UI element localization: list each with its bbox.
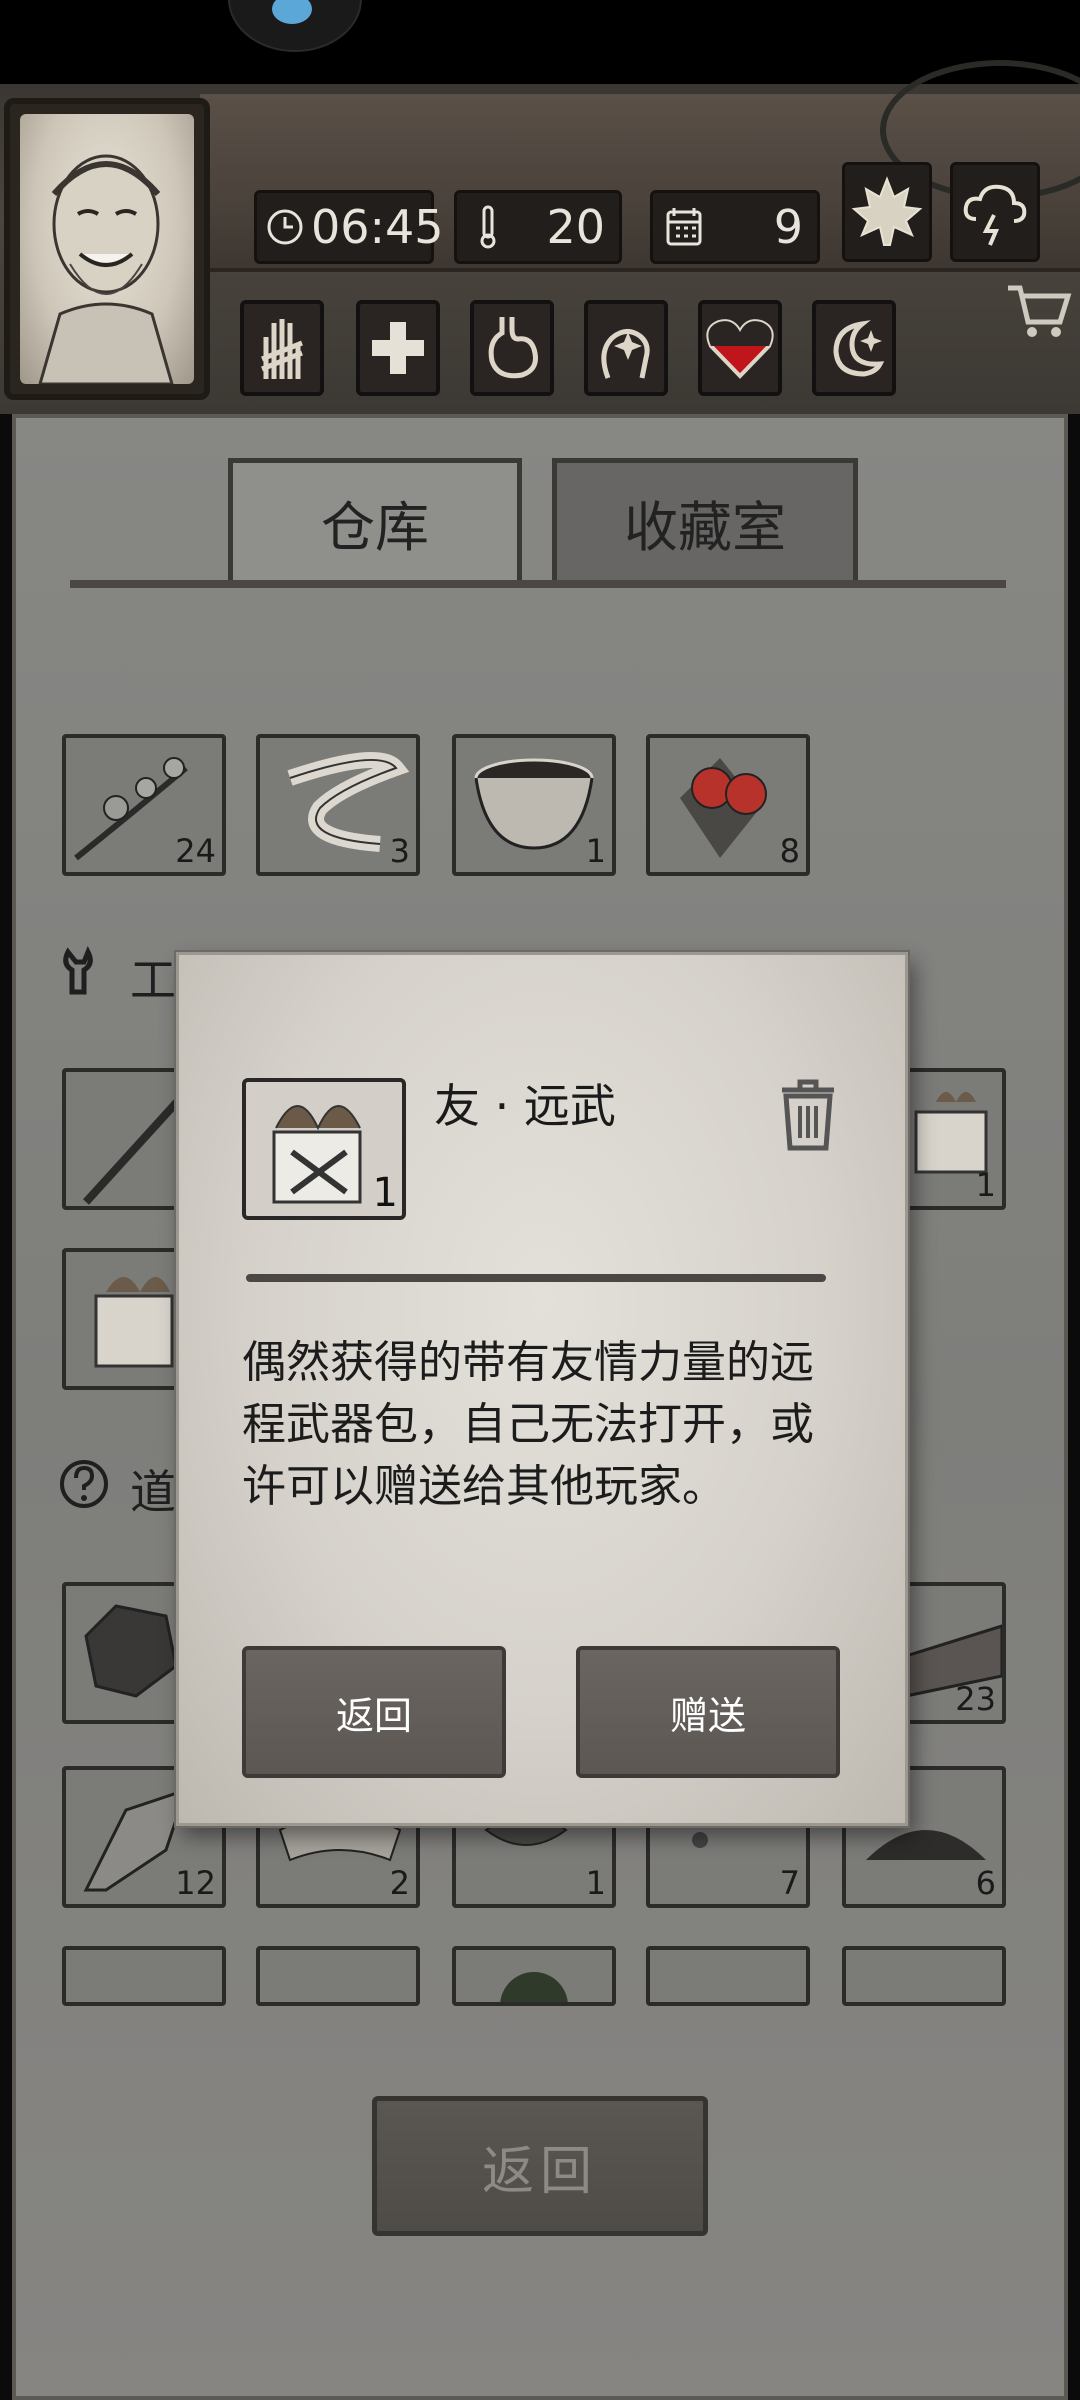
character-portrait[interactable] xyxy=(4,98,210,400)
clock-icon xyxy=(265,204,305,250)
mind-icon[interactable] xyxy=(584,300,668,396)
dialog-item-quantity: 1 xyxy=(372,1170,398,1216)
slot-quantity: 1 xyxy=(975,1166,996,1204)
slot-quantity: 6 xyxy=(975,1864,996,1902)
stomach-icon[interactable] xyxy=(470,300,554,396)
trash-icon[interactable] xyxy=(778,1078,838,1152)
storm-cloud-icon xyxy=(963,184,1027,246)
return-button-label: 返回 xyxy=(481,2141,598,2202)
slot-quantity: 23 xyxy=(955,1680,996,1718)
inventory-slot[interactable] xyxy=(62,1946,226,2006)
dialog-divider xyxy=(246,1274,826,1282)
slot-quantity: 2 xyxy=(389,1864,410,1902)
inventory-slot[interactable]: 24 xyxy=(62,734,226,876)
temperature-display: 20 xyxy=(454,190,622,264)
shopping-cart-icon[interactable] xyxy=(1006,282,1072,346)
status-bar xyxy=(0,0,1080,84)
tab-collection-label: 收藏室 xyxy=(624,496,786,559)
thermometer-icon xyxy=(465,204,511,250)
slot-quantity: 8 xyxy=(779,832,800,870)
moon-sleep-icon[interactable] xyxy=(812,300,896,396)
item-description: 偶然获得的带有友情力量的远程武器包，自己无法打开，或许可以赠送给其他玩家。 xyxy=(242,1337,814,1512)
season-indicator[interactable] xyxy=(842,162,932,262)
tab-warehouse-label: 仓库 xyxy=(321,496,429,559)
slot-quantity: 3 xyxy=(389,832,410,870)
tab-warehouse[interactable]: 仓库 xyxy=(228,458,522,582)
slot-quantity: 24 xyxy=(175,832,216,870)
inventory-slot[interactable] xyxy=(842,1946,1006,2006)
wrench-icon xyxy=(58,945,110,998)
question-icon xyxy=(58,1458,110,1510)
slot-quantity: 1 xyxy=(585,832,606,870)
gift-button[interactable]: 赠送 xyxy=(576,1646,840,1778)
health-cross-icon[interactable] xyxy=(356,300,440,396)
slot-quantity: 12 xyxy=(175,1864,216,1902)
calendar-icon xyxy=(661,204,707,250)
time-value: 06:45 xyxy=(311,200,444,254)
inventory-slot[interactable]: 3 xyxy=(256,734,420,876)
tab-divider xyxy=(70,580,1006,588)
dialog-back-label: 返回 xyxy=(335,1693,412,1738)
inventory-slot[interactable] xyxy=(452,1946,616,2006)
inventory-slot[interactable] xyxy=(256,1946,420,2006)
inventory-slot[interactable] xyxy=(646,1946,810,2006)
slot-quantity: 1 xyxy=(585,1864,606,1902)
dialog-back-button[interactable]: 返回 xyxy=(242,1646,506,1778)
heart-icon[interactable] xyxy=(698,300,782,396)
tools-section-label: 工 xyxy=(130,953,176,1007)
return-button[interactable]: 返回 xyxy=(372,2096,708,2236)
hand-bandage-icon[interactable] xyxy=(240,300,324,396)
tab-collection-room[interactable]: 收藏室 xyxy=(552,458,858,582)
day-value: 9 xyxy=(773,200,803,254)
maple-leaf-icon xyxy=(851,176,923,246)
day-display: 9 xyxy=(650,190,820,264)
item-name: 友 · 远武 xyxy=(434,1079,616,1133)
time-display: 06:45 xyxy=(254,190,444,264)
props-section-label: 道 xyxy=(130,1465,176,1519)
gift-button-label: 赠送 xyxy=(669,1693,746,1738)
dialog-item-slot: 1 xyxy=(242,1078,406,1220)
slot-quantity: 7 xyxy=(779,1864,800,1902)
inventory-slot[interactable]: 8 xyxy=(646,734,810,876)
temperature-value: 20 xyxy=(546,200,605,254)
inventory-slot[interactable]: 1 xyxy=(452,734,616,876)
weather-indicator[interactable] xyxy=(950,162,1040,262)
